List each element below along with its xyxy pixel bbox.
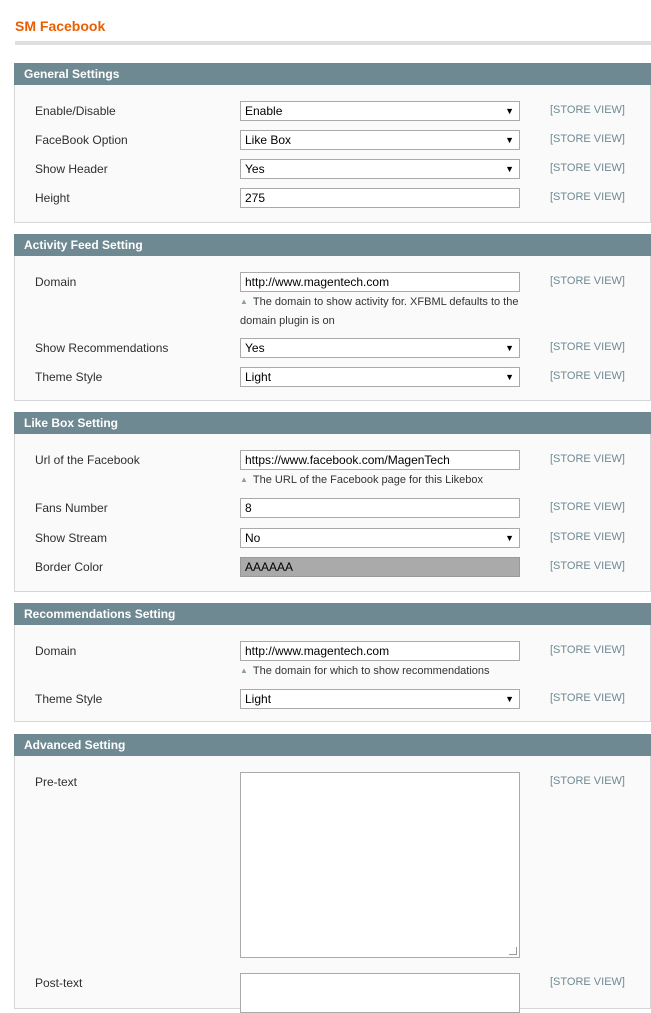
chevron-down-icon: ▼ [505,343,514,353]
scope-label: [STORE VIEW] [550,341,625,353]
like-box-header[interactable]: Like Box Setting [14,412,651,434]
activity-domain-input[interactable]: http://www.magentech.com [240,272,520,292]
recommendations-section: Recommendations Setting Domain http://ww… [14,603,651,722]
scope-label: [STORE VIEW] [550,692,625,704]
facebook-url-input[interactable]: https://www.facebook.com/MagenTech [240,450,520,470]
chevron-down-icon: ▼ [505,694,514,704]
scope-label: [STORE VIEW] [550,644,625,656]
scope-label: [STORE VIEW] [550,976,625,988]
fans-number-label: Fans Number [35,501,108,515]
recommendations-theme-select[interactable]: Light ▼ [240,689,520,709]
scope-label: [STORE VIEW] [550,104,625,116]
post-text-textarea[interactable] [240,973,520,1013]
height-label: Height [35,191,70,205]
show-stream-select[interactable]: No ▼ [240,528,520,548]
facebook-option-select[interactable]: Like Box ▼ [240,130,520,150]
show-header-label: Show Header [35,162,108,176]
facebook-url-note: ▲ The URL of the Facebook page for this L… [240,474,484,486]
show-stream-label: Show Stream [35,531,108,545]
scope-label: [STORE VIEW] [550,501,625,513]
recommendations-domain-label: Domain [35,644,77,658]
show-recommendations-select[interactable]: Yes ▼ [240,338,520,358]
show-header-select[interactable]: Yes ▼ [240,159,520,179]
show-recommendations-label: Show Recommendations [35,341,169,355]
scope-label: [STORE VIEW] [550,191,625,203]
recommendations-domain-note: ▲ The domain for which to show recommenda… [240,665,490,677]
scope-label: [STORE VIEW] [550,133,625,145]
note-arrow-icon: ▲ [240,666,248,675]
chevron-down-icon: ▼ [505,372,514,382]
recommendations-theme-label: Theme Style [35,692,103,706]
scope-label: [STORE VIEW] [550,775,625,787]
activity-feed-section: Activity Feed Setting Domain http://www.… [14,234,651,401]
like-box-section: Like Box Setting Url of the Facebook htt… [14,412,651,592]
chevron-down-icon: ▼ [505,533,514,543]
pre-text-label: Pre-text [35,775,78,789]
height-input[interactable]: 275 [240,188,520,208]
pre-text-textarea[interactable] [240,772,520,958]
scope-label: [STORE VIEW] [550,370,625,382]
general-settings-header[interactable]: General Settings [14,63,651,85]
facebook-url-label: Url of the Facebook [35,453,140,467]
post-text-label: Post-text [35,976,83,990]
fans-number-input[interactable]: 8 [240,498,520,518]
note-arrow-icon: ▲ [240,475,248,484]
activity-theme-label: Theme Style [35,370,103,384]
activity-theme-select[interactable]: Light ▼ [240,367,520,387]
page-title: SM Facebook [15,18,106,34]
note-arrow-icon: ▲ [240,297,248,306]
chevron-down-icon: ▼ [505,164,514,174]
resize-handle-icon[interactable] [509,947,517,955]
advanced-section: Advanced Setting Pre-text [STORE VIEW] P… [14,734,651,1013]
border-color-label: Border Color [35,560,104,574]
facebook-option-label: FaceBook Option [35,133,128,147]
recommendations-domain-input[interactable]: http://www.magentech.com [240,641,520,661]
border-color-input[interactable]: AAAAAA [240,557,520,577]
scope-label: [STORE VIEW] [550,162,625,174]
advanced-header[interactable]: Advanced Setting [14,734,651,756]
activity-feed-header[interactable]: Activity Feed Setting [14,234,651,256]
activity-domain-note: ▲ The domain to show activity for. XFBML … [240,296,519,327]
chevron-down-icon: ▼ [505,135,514,145]
enable-label: Enable/Disable [35,104,116,118]
scope-label: [STORE VIEW] [550,275,625,287]
general-settings-section: General Settings Enable/Disable Enable ▼ … [14,63,651,223]
recommendations-header[interactable]: Recommendations Setting [14,603,651,625]
enable-select[interactable]: Enable ▼ [240,101,520,121]
scope-label: [STORE VIEW] [550,531,625,543]
chevron-down-icon: ▼ [505,106,514,116]
scope-label: [STORE VIEW] [550,560,625,572]
activity-domain-label: Domain [35,275,77,289]
title-divider [15,41,651,45]
scope-label: [STORE VIEW] [550,453,625,465]
